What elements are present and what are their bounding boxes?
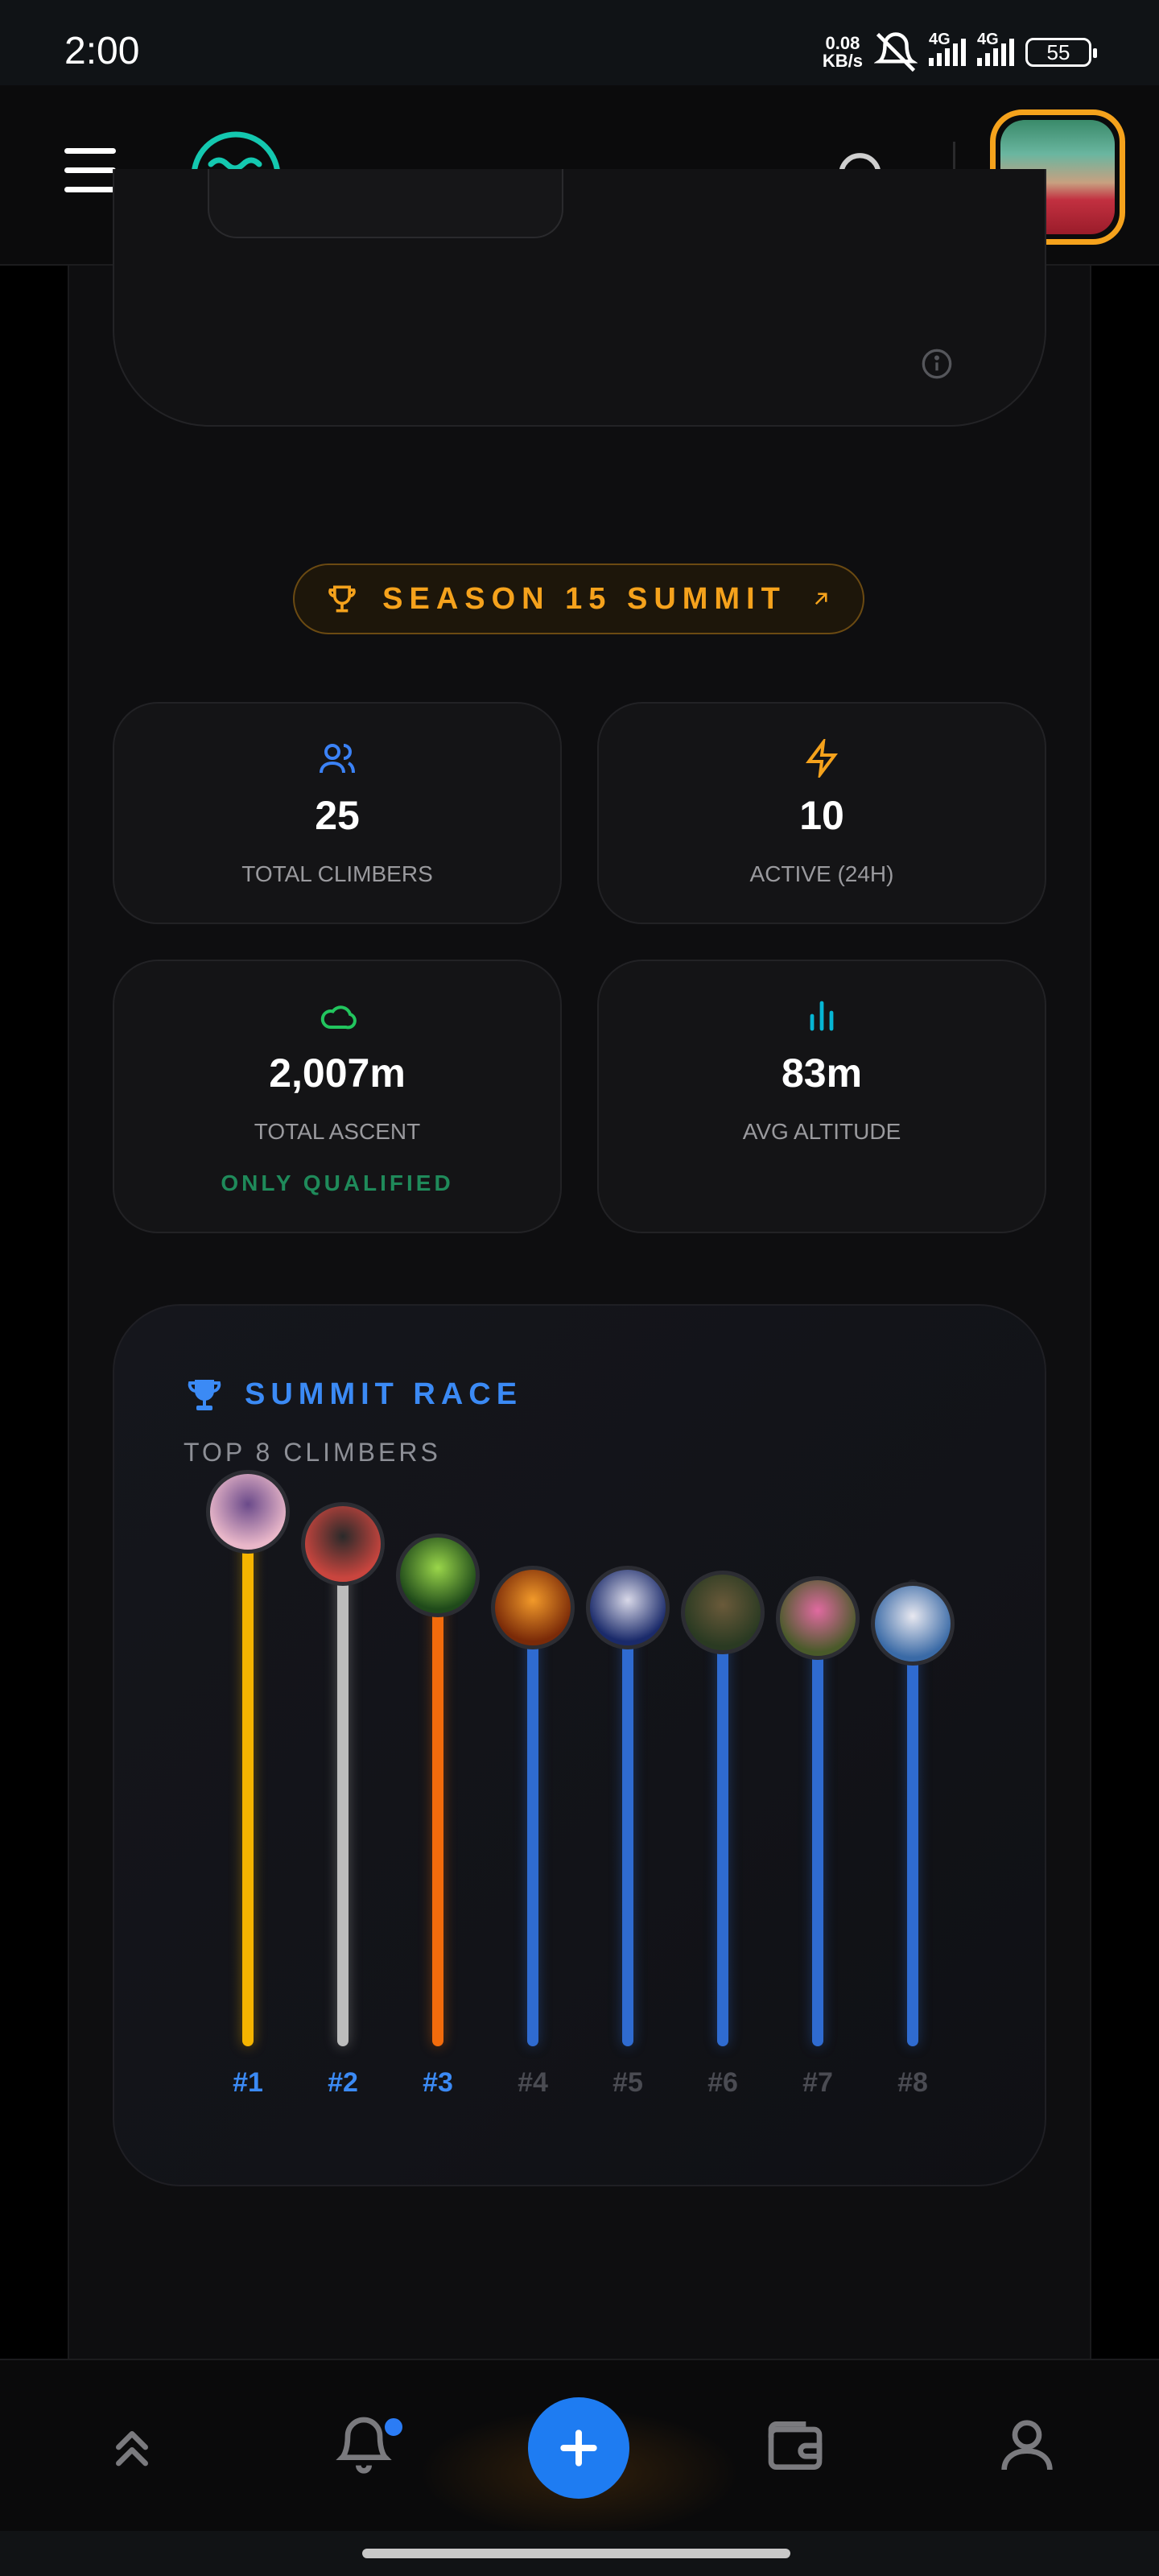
bottom-nav — [0, 2359, 1159, 2537]
climber-avatar[interactable] — [206, 1470, 290, 1554]
climber-avatar[interactable] — [871, 1581, 955, 1666]
stat-value: 25 — [315, 793, 360, 838]
mute-icon — [874, 32, 918, 72]
status-icons: 0.08 KB/s 4G 4G 55 — [823, 31, 1097, 74]
net-speed: 0.08 KB/s — [823, 35, 863, 70]
status-time: 2:00 — [64, 30, 140, 72]
race-bar — [337, 1546, 349, 2046]
notification-badge — [382, 2415, 406, 2439]
info-icon[interactable] — [921, 348, 953, 380]
race-bar — [432, 1579, 443, 2046]
stat-label: TOTAL CLIMBERS — [241, 861, 433, 886]
trophy-icon — [328, 585, 356, 613]
bar-chart-icon — [810, 1001, 834, 1031]
stat-card-avg-altitude: 83m AVG ALTITUDE — [597, 960, 1046, 1233]
stat-label: ACTIVE (24H) — [749, 861, 894, 886]
climber-avatar[interactable] — [396, 1534, 480, 1618]
user-icon[interactable] — [995, 2413, 1059, 2478]
arrow-up-right-icon — [815, 592, 827, 605]
battery-icon: 55 — [1025, 38, 1097, 67]
race-subtitle: TOP 8 CLIMBERS — [184, 1438, 441, 1467]
climber-rank: #6 — [707, 2067, 738, 2098]
climber-rank: #2 — [328, 2067, 358, 2098]
climber-avatar[interactable] — [491, 1565, 575, 1649]
climber-rank: #8 — [897, 2067, 928, 2098]
cloud-icon — [320, 1005, 357, 1030]
net-speed-value: 0.08 — [825, 33, 860, 53]
stat-card-active: 10 ACTIVE (24H) — [597, 702, 1046, 924]
climber-avatar[interactable] — [301, 1501, 385, 1586]
climber-rank: #3 — [423, 2067, 453, 2098]
race-bar — [907, 1626, 918, 2046]
chevrons-up-icon[interactable] — [100, 2415, 164, 2479]
hamburger-icon[interactable] — [64, 148, 116, 195]
wallet-icon[interactable] — [763, 2413, 827, 2478]
status-bar: 2:00 0.08 KB/s 4G 4G 55 — [0, 0, 1159, 85]
stat-value: 2,007m — [269, 1051, 406, 1096]
race-bar — [527, 1610, 538, 2046]
net-speed-unit: KB/s — [822, 51, 863, 71]
climber-avatar[interactable] — [586, 1565, 670, 1649]
stat-card-total-ascent: 2,007m TOTAL ASCENT ONLY QUALIFIED — [113, 960, 562, 1233]
race-bar — [622, 1610, 633, 2046]
signal-icon-2: 4G — [977, 31, 1014, 66]
network-type-1: 4G — [929, 31, 951, 48]
climber-avatar[interactable] — [681, 1571, 765, 1655]
add-button[interactable] — [528, 2397, 629, 2499]
climber-rank: #5 — [612, 2067, 643, 2098]
race-title: SUMMIT RACE — [185, 1375, 522, 1414]
stat-value: 83m — [781, 1051, 863, 1096]
race-bar — [812, 1621, 823, 2046]
stat-label: TOTAL ASCENT — [254, 1119, 421, 1144]
stat-label: AVG ALTITUDE — [742, 1119, 901, 1144]
climber-rank: #7 — [802, 2067, 833, 2098]
users-icon — [320, 744, 355, 774]
stat-value: 10 — [799, 793, 844, 838]
race-bar — [242, 1515, 254, 2046]
stat-sublabel: ONLY QUALIFIED — [221, 1170, 454, 1195]
top-card — [113, 169, 1046, 427]
home-indicator — [0, 2531, 1159, 2576]
climber-rank: #1 — [233, 2067, 263, 2098]
network-type-2: 4G — [977, 31, 999, 48]
summit-race-card: SUMMIT RACE TOP 8 CLIMBERS #1 #2 #3 #4 #5 #6 #… — [113, 1304, 1046, 2186]
signal-icon-1: 4G — [929, 31, 966, 66]
season-label: SEASON 15 SUMMIT — [382, 581, 786, 616]
season-summit-button[interactable]: SEASON 15 SUMMIT — [293, 564, 864, 634]
top-card-inner — [208, 169, 563, 238]
climber-rank: #4 — [518, 2067, 548, 2098]
plus-icon — [560, 2429, 597, 2467]
lightning-icon — [806, 739, 838, 778]
trophy-icon — [188, 1380, 221, 1410]
race-title-text: SUMMIT RACE — [245, 1377, 523, 1411]
stat-card-total-climbers: 25 TOTAL CLIMBERS — [113, 702, 562, 924]
climber-avatar[interactable] — [776, 1576, 860, 1660]
battery-level: 55 — [1046, 39, 1070, 64]
race-bar — [717, 1616, 728, 2046]
